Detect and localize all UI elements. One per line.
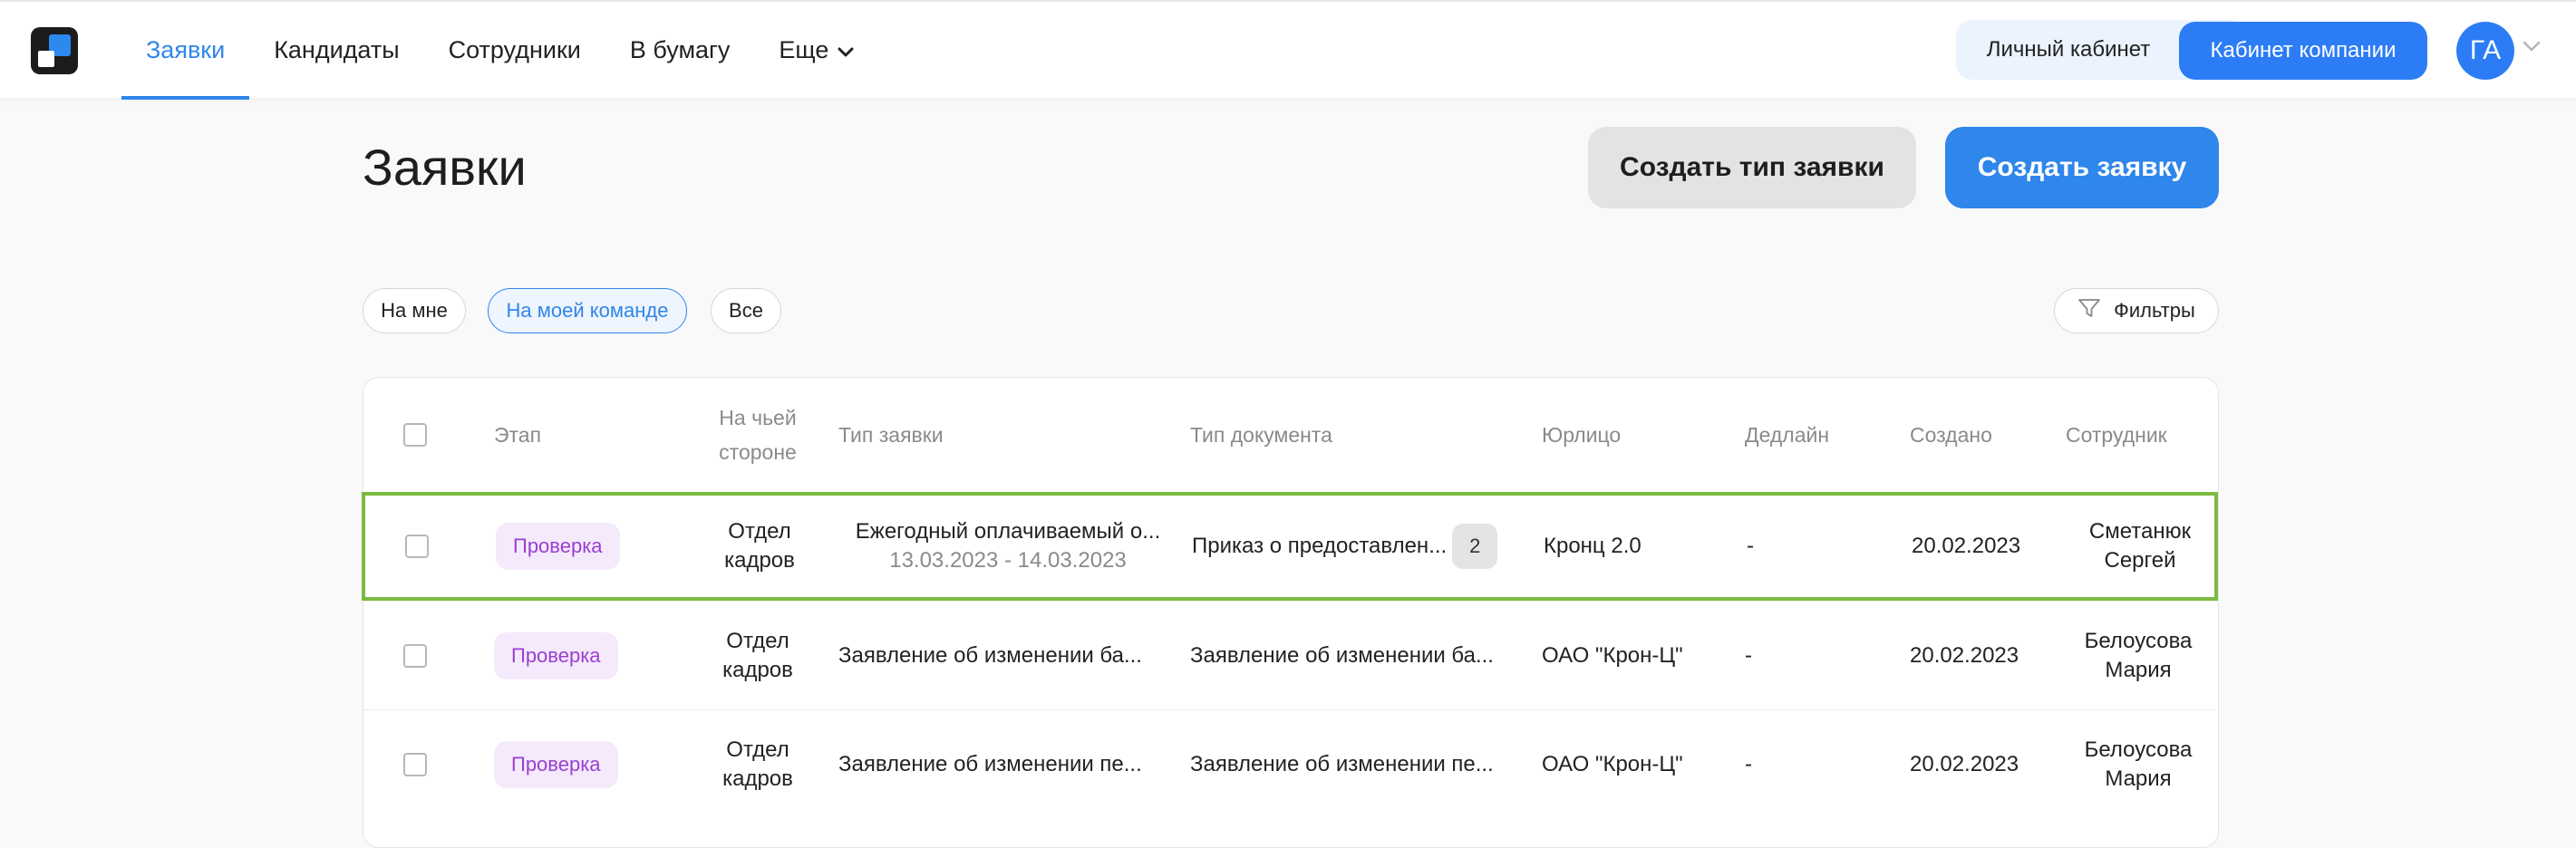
deadline-cell: - [1745,642,1752,668]
filters-button[interactable]: Фильтры [2054,288,2219,333]
document-type-cell: Приказ о предоставлен... 2 [1192,496,1527,597]
request-type-text: Заявление об изменении пе... [838,751,1142,776]
column-header-stage[interactable]: Этап [494,378,675,492]
employee-line: Сергей [2104,548,2176,573]
side-line: кадров [722,657,793,682]
column-header-employee[interactable]: Сотрудник [2066,378,2211,492]
chevron-down-icon[interactable] [2522,40,2542,57]
nav-item-candidates[interactable]: Кандидаты [249,2,423,98]
employee-cell: Сметанюк Сергей [2068,496,2213,597]
logo-white-square [38,51,54,67]
legal-entity-cell: Кронц 2.0 [1544,534,1641,558]
stage-cell: Проверка [496,496,677,597]
nav-item-employees[interactable]: Сотрудники [424,2,605,98]
created-cell: 20.02.2023 [1912,534,2021,558]
row-checkbox[interactable] [405,535,429,558]
document-type-text: Заявление об изменении ба... [1190,642,1494,668]
document-type-cell: Заявление об изменении пе... [1190,710,1525,818]
column-header-created[interactable]: Создано [1910,378,2055,492]
chevron-down-icon [838,36,854,64]
deadline-cell: - [1747,534,1754,558]
create-request-button[interactable]: Создать заявку [1945,127,2219,208]
deadline-cell: - [1745,751,1752,776]
column-header-side-line: На чьей [719,406,797,429]
column-header-request-type[interactable]: Тип заявки [838,378,1174,492]
filter-chip-my-team[interactable]: На моей команде [488,288,687,333]
employee-line: Мария [2105,766,2172,791]
row-checkbox[interactable] [403,752,427,776]
created-cell: 20.02.2023 [1910,642,2019,668]
side-line: Отдел [728,519,791,544]
employee-line: Мария [2105,657,2172,682]
table-row[interactable]: Проверка Отдел кадров Ежегодный оплачива… [362,492,2218,601]
nav-item-more-label: Еще [779,35,829,63]
stage-cell: Проверка [494,602,675,709]
create-request-type-button[interactable]: Создать тип заявки [1588,127,1916,208]
column-header-deadline[interactable]: Дедлайн [1745,378,1890,492]
personal-cabinet-tab[interactable]: Личный кабинет [1956,20,2181,80]
side-cell: Отдел кадров [692,496,828,597]
stage-cell: Проверка [494,710,675,818]
request-dates-text: 13.03.2023 - 14.03.2023 [889,548,1127,573]
side-line: кадров [722,766,793,791]
column-header-side[interactable]: На чьей стороне [690,378,826,492]
page-title: Заявки [363,139,527,196]
employee-cell: Белоусова Мария [2066,710,2211,818]
nav-item-more[interactable]: Еще [754,2,878,98]
funnel-icon [2077,297,2101,324]
column-header-side-line: стороне [719,440,797,464]
header-checkbox-cell [403,378,440,492]
status-badge: Проверка [494,740,618,788]
requests-table: Этап На чьей стороне Тип заявки Тип доку… [362,377,2219,848]
status-badge: Проверка [496,523,620,570]
created-cell: 20.02.2023 [1910,751,2019,776]
legal-entity-cell: ОАО "Крон-Ц" [1542,642,1683,668]
select-all-checkbox[interactable] [403,423,427,447]
side-line: Отдел [726,628,789,653]
column-header-document-type[interactable]: Тип документа [1190,378,1525,492]
employee-line: Белоусова [2084,737,2193,762]
request-type-text: Ежегодный оплачиваемый о... [855,519,1161,544]
side-cell: Отдел кадров [690,710,826,818]
row-checkbox-cell [403,602,440,709]
employee-cell: Белоусова Мария [2066,602,2211,709]
table-header: Этап На чьей стороне Тип заявки Тип доку… [363,378,2217,492]
request-type-cell: Заявление об изменении ба... [838,602,1174,709]
column-header-legal-entity[interactable]: Юрлицо [1542,378,1732,492]
request-type-text: Заявление об изменении ба... [838,642,1142,668]
request-type-cell: Заявление об изменении пе... [838,710,1174,818]
table-row[interactable]: Проверка Отдел кадров Заявление об измен… [363,709,2217,818]
employee-line: Белоусова [2084,628,2193,653]
app-logo-icon[interactable] [31,27,78,74]
side-cell: Отдел кадров [690,602,826,709]
document-type-text: Приказ о предоставлен... [1192,534,1448,558]
document-type-text: Заявление об изменении пе... [1190,751,1494,776]
filters-button-label: Фильтры [2114,299,2195,322]
side-line: Отдел [726,737,789,762]
legal-entity-cell: ОАО "Крон-Ц" [1542,751,1683,776]
document-count-badge[interactable]: 2 [1452,524,1498,569]
row-checkbox-cell [403,710,440,818]
nav-item-requests[interactable]: Заявки [121,2,250,100]
nav-item-to-paper[interactable]: В бумагу [605,2,755,98]
top-navbar: Заявки Кандидаты Сотрудники В бумагу Еще… [0,0,2576,100]
main-nav: Заявки Кандидаты Сотрудники В бумагу Еще [121,2,878,100]
status-badge: Проверка [494,631,618,679]
filter-chip-all[interactable]: Все [711,288,781,333]
row-checkbox-cell [405,496,441,597]
request-type-cell: Ежегодный оплачиваемый о... 13.03.2023 -… [840,496,1176,597]
avatar[interactable]: ГА [2456,22,2514,80]
row-checkbox[interactable] [403,643,427,668]
company-cabinet-tab[interactable]: Кабинет компании [2179,22,2427,80]
table-row[interactable]: Проверка Отдел кадров Заявление об измен… [363,601,2217,709]
employee-line: Сметанюк [2088,519,2192,544]
side-line: кадров [724,548,795,573]
filter-chip-on-me[interactable]: На мне [363,288,466,333]
document-type-cell: Заявление об изменении ба... [1190,602,1525,709]
